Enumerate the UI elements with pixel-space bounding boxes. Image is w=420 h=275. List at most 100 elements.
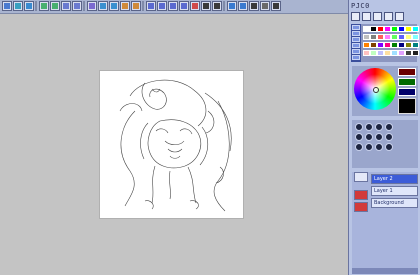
palette-slot[interactable] <box>352 43 360 48</box>
color-swatch[interactable] <box>377 34 384 40</box>
color-swatch[interactable] <box>405 42 412 48</box>
brush-size-option[interactable] <box>385 143 393 151</box>
brush-icon[interactable] <box>201 1 211 11</box>
toolbar-separator <box>83 1 85 11</box>
color-swatch[interactable] <box>398 34 405 40</box>
color-swatch[interactable] <box>384 26 391 32</box>
color-swatch[interactable] <box>405 34 412 40</box>
flip-icon[interactable] <box>131 1 141 11</box>
save-file-icon[interactable] <box>24 1 34 11</box>
blue-slider[interactable] <box>398 88 416 96</box>
paste-icon[interactable] <box>72 1 82 11</box>
toolbar-separator <box>142 1 144 11</box>
layer-row[interactable]: Layer 1 <box>371 186 418 196</box>
color-swatch[interactable] <box>391 26 398 32</box>
palette-slot[interactable] <box>352 49 360 54</box>
eraser-icon[interactable] <box>212 1 222 11</box>
grid-icon[interactable] <box>260 1 270 11</box>
color-wheel[interactable] <box>354 68 396 110</box>
fill-icon[interactable] <box>238 1 248 11</box>
hand-icon[interactable] <box>87 1 97 11</box>
color-swatch[interactable] <box>384 34 391 40</box>
color-swatch[interactable] <box>391 42 398 48</box>
color-swatch[interactable] <box>363 50 370 56</box>
wand-icon[interactable] <box>168 1 178 11</box>
color-swatch[interactable] <box>370 42 377 48</box>
green-slider[interactable] <box>398 78 416 86</box>
palette-slot[interactable] <box>352 31 360 36</box>
brush-size-option[interactable] <box>365 133 373 141</box>
bucket-icon[interactable] <box>373 12 382 21</box>
color-swatch[interactable] <box>398 42 405 48</box>
brush-size-option[interactable] <box>355 123 363 131</box>
palette-slot[interactable] <box>352 25 360 30</box>
layer-move-icon[interactable] <box>354 190 368 200</box>
wheel-marker[interactable] <box>373 87 379 93</box>
brush-size-option[interactable] <box>375 143 383 151</box>
zoom-out-icon[interactable] <box>109 1 119 11</box>
toolbar-separator <box>223 1 225 11</box>
color-swatch[interactable] <box>405 26 412 32</box>
color-swatch[interactable] <box>391 34 398 40</box>
color-swatch[interactable] <box>377 50 384 56</box>
color-swatch[interactable] <box>412 42 419 48</box>
pen-icon[interactable] <box>362 12 371 21</box>
text-icon[interactable] <box>249 1 259 11</box>
panel-footer <box>352 268 418 274</box>
layer-delete-icon[interactable] <box>354 202 368 212</box>
lasso-icon[interactable] <box>157 1 167 11</box>
brush-size-option[interactable] <box>355 133 363 141</box>
new-file-icon[interactable] <box>2 1 12 11</box>
color-swatch[interactable] <box>363 42 370 48</box>
rotate-icon[interactable] <box>120 1 130 11</box>
toolbar-separator <box>35 1 37 11</box>
color-swatch[interactable] <box>370 50 377 56</box>
foreground-color-swatch[interactable] <box>398 98 416 114</box>
layer-row[interactable]: Background <box>371 198 418 208</box>
brush-size-option[interactable] <box>365 123 373 131</box>
copy-icon[interactable] <box>61 1 71 11</box>
layer-icon[interactable] <box>271 1 281 11</box>
open-file-icon[interactable] <box>13 1 23 11</box>
eraser-icon[interactable] <box>384 12 393 21</box>
color-swatch[interactable] <box>412 26 419 32</box>
color-swatch[interactable] <box>405 50 412 56</box>
undo-icon[interactable] <box>39 1 49 11</box>
main-toolbar <box>0 0 348 14</box>
brush-icon[interactable] <box>351 12 360 21</box>
color-swatch[interactable] <box>384 42 391 48</box>
color-swatch[interactable] <box>370 34 377 40</box>
color-swatch[interactable] <box>363 26 370 32</box>
color-swatch[interactable] <box>391 50 398 56</box>
layer-visibility-icon[interactable] <box>354 172 368 182</box>
palette-slot[interactable] <box>352 55 360 60</box>
color-swatch[interactable] <box>412 34 419 40</box>
color-swatch[interactable] <box>398 50 405 56</box>
color-swatch[interactable] <box>363 34 370 40</box>
brush-size-option[interactable] <box>355 143 363 151</box>
color-swatch[interactable] <box>377 42 384 48</box>
eyedropper-icon[interactable] <box>190 1 200 11</box>
brush-size-option[interactable] <box>375 123 383 131</box>
rect-select-icon[interactable] <box>146 1 156 11</box>
color-swatch[interactable] <box>412 50 419 56</box>
color-icon[interactable] <box>227 1 237 11</box>
brush-size-option[interactable] <box>375 133 383 141</box>
drawing-canvas[interactable] <box>100 71 243 218</box>
zoom-in-icon[interactable] <box>98 1 108 11</box>
color-swatch[interactable] <box>370 26 377 32</box>
select-icon[interactable] <box>395 12 404 21</box>
redo-icon[interactable] <box>50 1 60 11</box>
red-slider[interactable] <box>398 68 416 76</box>
palette-slot[interactable] <box>352 37 360 42</box>
color-picker <box>352 66 418 116</box>
color-swatch[interactable] <box>398 26 405 32</box>
layer-row[interactable]: Layer 2 <box>371 174 418 184</box>
move-icon[interactable] <box>179 1 189 11</box>
brush-size-option[interactable] <box>365 143 373 151</box>
color-swatch[interactable] <box>384 50 391 56</box>
sketch-image <box>119 79 232 212</box>
brush-size-option[interactable] <box>385 133 393 141</box>
color-swatch[interactable] <box>377 26 384 32</box>
brush-size-option[interactable] <box>385 123 393 131</box>
